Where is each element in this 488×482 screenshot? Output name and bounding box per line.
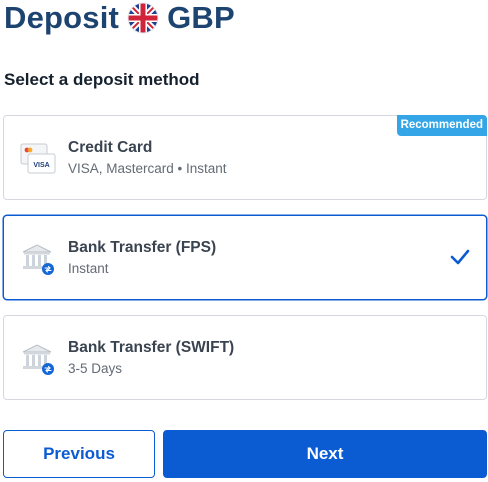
- credit-card-icon: VISA: [20, 142, 56, 176]
- method-title: Credit Card: [68, 139, 153, 156]
- method-option-bank-fps[interactable]: Bank Transfer (FPS) Instant: [3, 215, 487, 300]
- bank-icon: [20, 242, 56, 276]
- method-subtitle: Instant: [68, 261, 109, 276]
- svg-text:VISA: VISA: [33, 162, 49, 169]
- currency-code: GBP: [167, 0, 235, 35]
- page-title: Deposit GBP: [4, 0, 235, 38]
- bank-icon: [20, 342, 56, 376]
- method-option-credit-card[interactable]: VISA Credit Card VISA, Mastercard • Inst…: [3, 115, 487, 200]
- method-option-bank-swift[interactable]: Bank Transfer (SWIFT) 3-5 Days: [3, 315, 487, 400]
- method-subtitle: 3-5 Days: [68, 361, 123, 376]
- next-button[interactable]: Next: [163, 430, 487, 478]
- recommended-badge: Recommended: [396, 115, 487, 136]
- previous-button[interactable]: Previous: [3, 430, 155, 478]
- page-title-text: Deposit: [4, 0, 120, 35]
- checkmark-icon: [450, 248, 470, 266]
- method-title: Bank Transfer (FPS): [68, 239, 217, 256]
- section-heading: Select a deposit method: [4, 70, 200, 89]
- method-subtitle: VISA, Mastercard • Instant: [68, 161, 227, 176]
- uk-flag-icon: [127, 2, 159, 34]
- method-title: Bank Transfer (SWIFT): [68, 339, 235, 356]
